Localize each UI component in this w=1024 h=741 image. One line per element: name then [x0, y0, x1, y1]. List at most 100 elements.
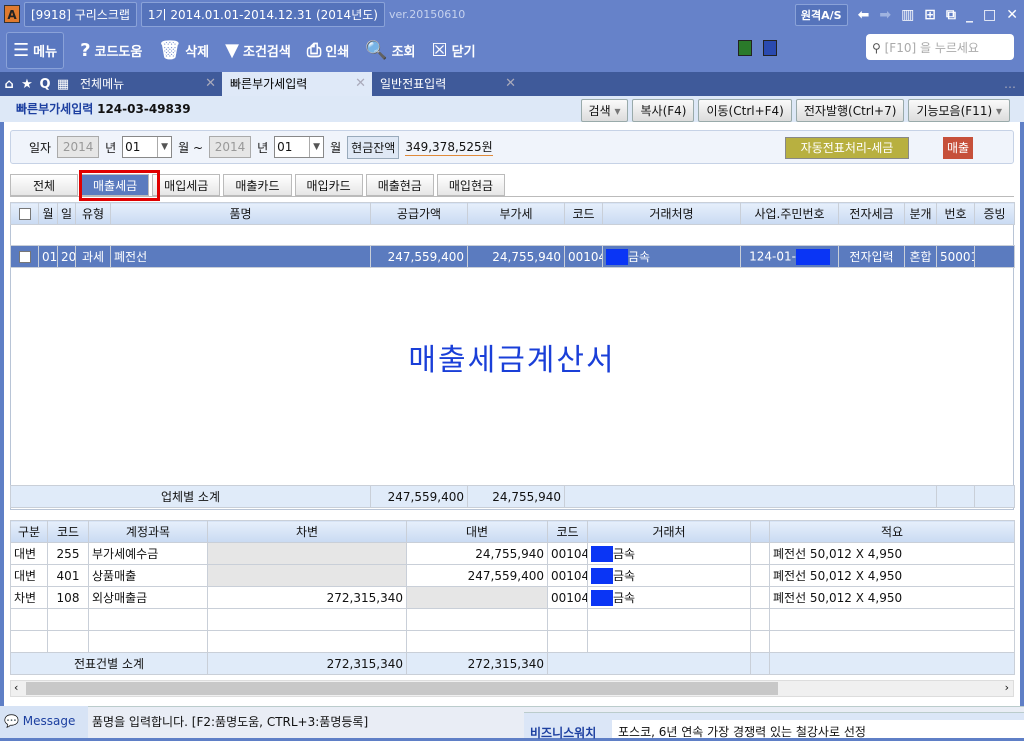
delete-button[interactable]: 🗑 삭제 — [158, 40, 209, 61]
cell-number[interactable]: 50001 — [936, 245, 975, 268]
cell-supply[interactable]: 247,559,400 — [370, 245, 468, 268]
subtab-all[interactable]: 전체 — [10, 174, 78, 196]
cell-etax[interactable]: 전자입력 — [838, 245, 905, 268]
cell-evidence[interactable] — [974, 245, 1015, 268]
tab-all-menu[interactable]: 전체메뉴 ✕ — [72, 72, 222, 96]
restore-icon[interactable]: ⧉ — [946, 7, 956, 23]
move-button[interactable]: 이동(Ctrl+F4) — [698, 99, 792, 122]
cell-type[interactable]: 과세 — [75, 245, 111, 268]
cell-code[interactable]: 00104 — [564, 245, 603, 268]
table-row[interactable]: 01 20 과세 폐전선 247,559,400 24,755,940 0010… — [10, 245, 1015, 268]
tab-close-icon[interactable]: ✕ — [205, 72, 216, 96]
calendar-icon[interactable]: ▦ — [54, 77, 72, 92]
col-item: 품명 — [110, 202, 371, 225]
home-icon[interactable]: ⌂ — [0, 77, 18, 92]
cell-vendor[interactable]: 금속 — [587, 564, 751, 587]
cell-vendor[interactable]: 금속 — [587, 542, 751, 565]
cell-debit[interactable]: 272,315,340 — [207, 586, 407, 609]
cell-code[interactable]: 401 — [47, 564, 89, 587]
close-icon[interactable]: ✕ — [1006, 7, 1018, 23]
table-row[interactable]: 대변 401 상품매출 247,559,400 00104 금속 폐전선 50,012 X … — [10, 564, 1015, 587]
menu-search-input[interactable]: ⚲ [F10] 을 누르세요 — [866, 34, 1014, 60]
subtab-sales-card[interactable]: 매출카드 — [223, 174, 292, 196]
cell-code[interactable]: 255 — [47, 542, 89, 565]
scrollbar-thumb[interactable] — [26, 682, 778, 695]
grid-icon[interactable]: ⊞ — [924, 7, 936, 23]
cell-credit[interactable]: 24,755,940 — [406, 542, 548, 565]
sale-button[interactable]: 매출 — [943, 137, 973, 159]
company-selector[interactable]: [9918] 구리스크랩 — [24, 1, 137, 27]
quick-icon[interactable]: Q — [36, 77, 54, 92]
cell-vendor-code[interactable]: 00104 — [547, 542, 588, 565]
table-row[interactable]: 차변 108 외상매출금 272,315,340 00104 금속 폐전선 50,012 X… — [10, 586, 1015, 609]
word-icon[interactable] — [763, 40, 777, 56]
tab-general-voucher[interactable]: 일반전표입력 ✕ — [372, 72, 522, 96]
cell-account[interactable]: 부가세예수금 — [88, 542, 208, 565]
star-icon[interactable]: ★ — [18, 77, 36, 92]
lookup-button[interactable]: 🔍 조회 — [365, 40, 415, 61]
remote-support-button[interactable]: 원격A/S — [794, 4, 848, 26]
period-selector[interactable]: 1기 2014.01.01-2014.12.31 (2014년도) — [140, 1, 385, 27]
e-issue-button[interactable]: 전자발행(Ctrl+7) — [795, 99, 905, 122]
subtab-purchase-card[interactable]: 매입카드 — [294, 174, 363, 196]
end-month-select[interactable]: 01 ▼ — [274, 136, 325, 158]
cell-code[interactable]: 108 — [47, 586, 89, 609]
cell-account[interactable]: 외상매출금 — [88, 586, 208, 609]
cell-credit[interactable] — [406, 586, 548, 609]
cell-bizno[interactable]: 124-01- — [740, 245, 839, 268]
code-help-button[interactable]: ? 코드도움 — [80, 40, 142, 61]
close-button[interactable]: ☒ 닫기 — [432, 40, 476, 61]
tab-quick-vat[interactable]: 빠른부가세입력 ✕ — [222, 72, 372, 96]
tab-close-icon[interactable]: ✕ — [505, 72, 516, 96]
copy-button[interactable]: 복사(F4) — [632, 99, 695, 122]
cell-memo[interactable]: 폐전선 50,012 X 4,950 — [769, 586, 1015, 609]
cell-memo[interactable]: 폐전선 50,012 X 4,950 — [769, 542, 1015, 565]
auto-voucher-button[interactable]: 자동전표처리-세금 — [785, 137, 909, 159]
tab-close-icon[interactable]: ✕ — [355, 72, 366, 96]
excel-icon[interactable] — [738, 40, 752, 56]
cell-vendor-code[interactable]: 00104 — [547, 586, 588, 609]
subtab-purchase-tax[interactable]: 매입세금 — [152, 174, 221, 196]
cell-credit[interactable]: 247,559,400 — [406, 564, 548, 587]
more-tabs-icon[interactable]: … — [1004, 77, 1016, 91]
book-icon[interactable]: ▥ — [901, 7, 914, 23]
grid-header: 구분 코드 계정과목 차변 대변 코드 거래처 적요 — [10, 520, 1015, 543]
cell-division[interactable]: 대변 — [10, 542, 48, 565]
cell-day[interactable]: 20 — [57, 245, 76, 268]
subtab-purchase-cash[interactable]: 매입현금 — [436, 174, 506, 196]
cell-division[interactable]: 차변 — [10, 586, 48, 609]
empty-row[interactable] — [10, 608, 1015, 631]
cell-vendor-code[interactable]: 00104 — [547, 564, 588, 587]
cell-debit[interactable] — [207, 542, 407, 565]
cash-balance-button[interactable]: 현금잔액 — [347, 135, 400, 159]
cell-vendor[interactable]: 금속 — [587, 586, 751, 609]
row-checkbox[interactable] — [10, 245, 39, 268]
minimize-icon[interactable]: _ — [966, 7, 973, 23]
cell-vat[interactable]: 24,755,940 — [467, 245, 565, 268]
search-dropdown-button[interactable]: 검색 ▾ — [580, 99, 629, 122]
select-all-checkbox[interactable] — [10, 202, 39, 225]
news-headline[interactable]: 포스코, 6년 연속 가장 경쟁력 있는 철강사로 선정 — [612, 720, 1024, 739]
cell-account[interactable]: 상품매출 — [88, 564, 208, 587]
table-row[interactable]: 대변 255 부가세예수금 24,755,940 00104 금속 폐전선 50,012 X… — [10, 542, 1015, 565]
menu-button[interactable]: ☰ 메뉴 — [6, 31, 65, 69]
cell-vendor[interactable]: 금속 — [602, 245, 741, 268]
cell-debit[interactable] — [207, 564, 407, 587]
print-button[interactable]: ⎙ 인쇄 — [307, 40, 349, 61]
empty-row[interactable] — [10, 630, 1015, 653]
cell-memo[interactable]: 폐전선 50,012 X 4,950 — [769, 564, 1015, 587]
scroll-right-icon[interactable]: › — [1005, 681, 1009, 694]
condition-search-button[interactable]: ▼ 조건검색 — [225, 40, 291, 61]
scroll-left-icon[interactable]: ‹ — [14, 681, 18, 694]
functions-button[interactable]: 기능모음(F11) ▾ — [908, 99, 1010, 122]
cell-entry[interactable]: 혼합 — [904, 245, 937, 268]
cell-item[interactable]: 폐전선 — [110, 245, 371, 268]
maximize-icon[interactable]: □ — [983, 7, 996, 23]
back-arrow-icon[interactable]: ⬅ — [858, 7, 870, 23]
subtab-sales-cash[interactable]: 매출현금 — [365, 174, 434, 196]
forward-arrow-icon[interactable]: ➡ — [879, 7, 891, 23]
cell-division[interactable]: 대변 — [10, 564, 48, 587]
tab-label: 전체메뉴 — [80, 77, 125, 91]
start-month-select[interactable]: 01 ▼ — [122, 136, 173, 158]
cell-month[interactable]: 01 — [38, 245, 58, 268]
